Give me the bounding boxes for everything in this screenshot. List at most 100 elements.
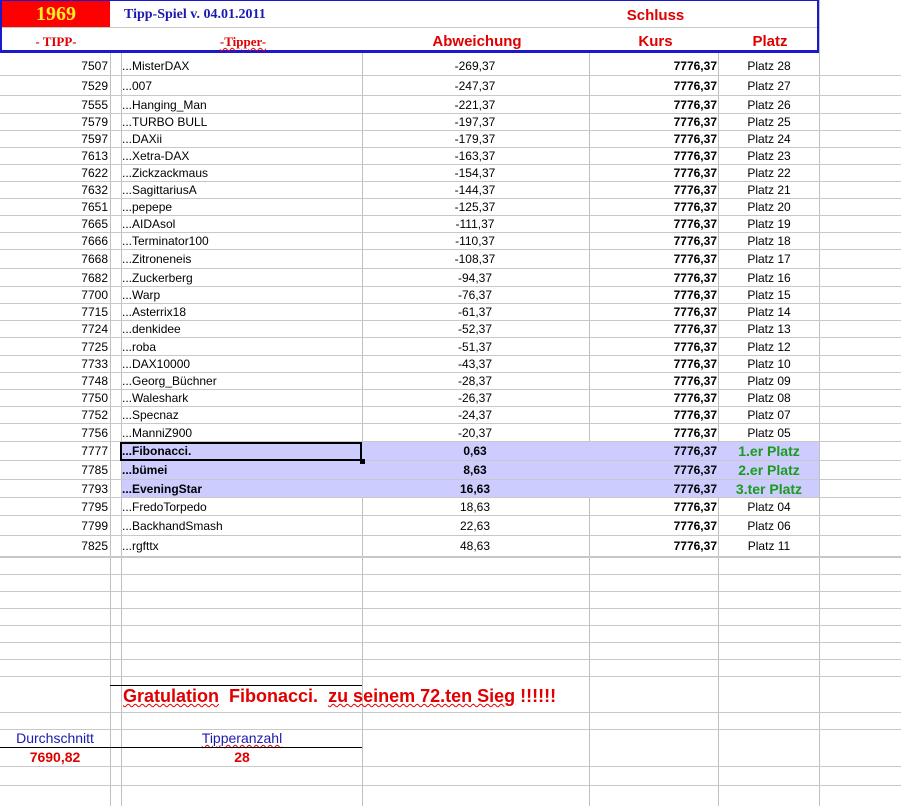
tipper-cell[interactable]: ...ManniZ900 <box>122 424 360 441</box>
tipper-cell[interactable]: ...bümei <box>122 461 360 479</box>
abweichung-cell[interactable]: -28,37 <box>363 373 587 389</box>
kurs-cell[interactable]: 7776,37 <box>590 321 717 337</box>
tipp-cell[interactable]: 7756 <box>0 424 108 441</box>
abweichung-cell[interactable]: -52,37 <box>363 321 587 337</box>
kurs-cell[interactable]: 7776,37 <box>590 390 717 406</box>
kurs-cell[interactable]: 7776,37 <box>590 373 717 389</box>
year-cell[interactable]: 1969 <box>2 1 110 27</box>
abweichung-cell[interactable]: 8,63 <box>363 461 587 479</box>
tipp-cell[interactable]: 7825 <box>0 536 108 556</box>
tipper-cell[interactable]: ...007 <box>122 76 360 95</box>
tipp-cell[interactable]: 7777 <box>0 442 108 460</box>
kurs-cell[interactable]: 7776,37 <box>590 338 717 355</box>
platz-cell[interactable]: Platz 05 <box>719 424 819 441</box>
tipper-cell[interactable]: ...DAXii <box>122 131 360 147</box>
abweichung-cell[interactable]: -108,37 <box>363 250 587 268</box>
platz-cell[interactable]: Platz 12 <box>719 338 819 355</box>
abweichung-cell[interactable]: 48,63 <box>363 536 587 556</box>
abweichung-cell[interactable]: -51,37 <box>363 338 587 355</box>
tipp-cell[interactable]: 7555 <box>0 96 108 113</box>
tipper-cell[interactable]: ...Warp <box>122 287 360 303</box>
tipp-cell[interactable]: 7715 <box>0 304 108 320</box>
tipp-cell[interactable]: 7725 <box>0 338 108 355</box>
platz-cell[interactable]: Platz 27 <box>719 76 819 95</box>
kurs-cell[interactable]: 7776,37 <box>590 461 717 479</box>
tipp-cell[interactable]: 7752 <box>0 407 108 423</box>
kurs-cell[interactable]: 7776,37 <box>590 148 717 164</box>
platz-cell[interactable]: Platz 04 <box>719 498 819 515</box>
abweichung-cell[interactable]: -154,37 <box>363 165 587 181</box>
platz-cell[interactable]: Platz 15 <box>719 287 819 303</box>
kurs-cell[interactable]: 7776,37 <box>590 442 717 460</box>
tipper-cell[interactable]: ...AIDAsol <box>122 216 360 232</box>
abweichung-cell[interactable]: -24,37 <box>363 407 587 423</box>
tipper-cell[interactable]: ...Xetra-DAX <box>122 148 360 164</box>
abweichung-cell[interactable]: -94,37 <box>363 269 587 286</box>
platz-cell[interactable]: Platz 26 <box>719 96 819 113</box>
abweichung-cell[interactable]: -247,37 <box>363 76 587 95</box>
kurs-cell[interactable]: 7776,37 <box>590 199 717 215</box>
abweichung-cell[interactable]: -26,37 <box>363 390 587 406</box>
kurs-cell[interactable]: 7776,37 <box>590 480 717 497</box>
tipp-cell[interactable]: 7507 <box>0 57 108 75</box>
tipp-cell[interactable]: 7632 <box>0 182 108 198</box>
kurs-cell[interactable]: 7776,37 <box>590 182 717 198</box>
abweichung-cell[interactable]: -144,37 <box>363 182 587 198</box>
tipper-cell[interactable]: ...Hanging_Man <box>122 96 360 113</box>
tipper-cell[interactable]: ...TURBO BULL <box>122 114 360 130</box>
kurs-cell[interactable]: 7776,37 <box>590 131 717 147</box>
abweichung-cell[interactable]: -76,37 <box>363 287 587 303</box>
tipper-cell[interactable]: ...Specnaz <box>122 407 360 423</box>
kurs-cell[interactable]: 7776,37 <box>590 269 717 286</box>
tipp-cell[interactable]: 7700 <box>0 287 108 303</box>
platz-cell[interactable]: Platz 16 <box>719 269 819 286</box>
platz-cell[interactable]: Platz 28 <box>719 57 819 75</box>
platz-cell[interactable]: Platz 23 <box>719 148 819 164</box>
tipp-cell[interactable]: 7579 <box>0 114 108 130</box>
tipp-cell[interactable]: 7785 <box>0 461 108 479</box>
abweichung-cell[interactable]: 16,63 <box>363 480 587 497</box>
tipper-cell[interactable]: ...MisterDAX <box>122 57 360 75</box>
tipper-cell[interactable]: ...BackhandSmash <box>122 516 360 535</box>
tipper-cell[interactable]: ...Georg_Büchner <box>122 373 360 389</box>
tipp-cell[interactable]: 7682 <box>0 269 108 286</box>
tipper-cell[interactable]: ...DAX10000 <box>122 356 360 372</box>
kurs-cell[interactable]: 7776,37 <box>590 165 717 181</box>
kurs-cell[interactable]: 7776,37 <box>590 216 717 232</box>
tipper-cell[interactable]: ...Zickzackmaus <box>122 165 360 181</box>
platz-cell[interactable]: Platz 18 <box>719 233 819 249</box>
tipp-cell[interactable]: 7665 <box>0 216 108 232</box>
abweichung-cell[interactable]: 22,63 <box>363 516 587 535</box>
abweichung-cell[interactable]: -221,37 <box>363 96 587 113</box>
tipper-cell[interactable]: ...pepepe <box>122 199 360 215</box>
tipp-cell[interactable]: 7795 <box>0 498 108 515</box>
abweichung-cell[interactable]: 18,63 <box>363 498 587 515</box>
platz-cell[interactable]: Platz 09 <box>719 373 819 389</box>
kurs-cell[interactable]: 7776,37 <box>590 498 717 515</box>
platz-cell[interactable]: Platz 24 <box>719 131 819 147</box>
platz-cell[interactable]: Platz 07 <box>719 407 819 423</box>
kurs-cell[interactable]: 7776,37 <box>590 96 717 113</box>
tipp-cell[interactable]: 7733 <box>0 356 108 372</box>
abweichung-cell[interactable]: -163,37 <box>363 148 587 164</box>
abweichung-cell[interactable]: -111,37 <box>363 216 587 232</box>
tipp-cell[interactable]: 7724 <box>0 321 108 337</box>
platz-cell[interactable]: Platz 21 <box>719 182 819 198</box>
kurs-cell[interactable]: 7776,37 <box>590 287 717 303</box>
abweichung-cell[interactable]: -179,37 <box>363 131 587 147</box>
abweichung-cell[interactable]: -61,37 <box>363 304 587 320</box>
tipper-cell[interactable]: ...denkidee <box>122 321 360 337</box>
platz-cell[interactable]: 1.er Platz <box>719 442 819 460</box>
tipp-cell[interactable]: 7748 <box>0 373 108 389</box>
platz-cell[interactable]: Platz 19 <box>719 216 819 232</box>
platz-cell[interactable]: Platz 20 <box>719 199 819 215</box>
tipper-cell[interactable]: ...Waleshark <box>122 390 360 406</box>
abweichung-cell[interactable]: -125,37 <box>363 199 587 215</box>
kurs-cell[interactable]: 7776,37 <box>590 57 717 75</box>
platz-cell[interactable]: Platz 11 <box>719 536 819 556</box>
tipp-cell[interactable]: 7799 <box>0 516 108 535</box>
tipper-cell[interactable]: ...roba <box>122 338 360 355</box>
platz-cell[interactable]: Platz 08 <box>719 390 819 406</box>
platz-cell[interactable]: 3.ter Platz <box>719 480 819 497</box>
abweichung-cell[interactable]: -20,37 <box>363 424 587 441</box>
